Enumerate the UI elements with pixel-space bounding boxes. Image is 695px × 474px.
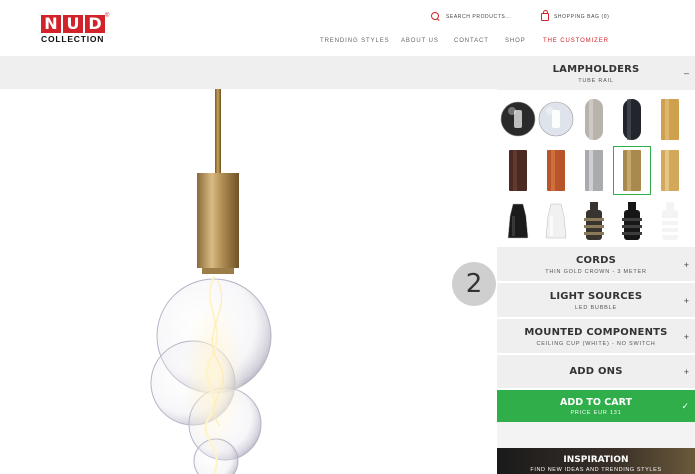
lampholder-thumbnail bbox=[545, 203, 567, 239]
inspiration-banner[interactable]: INSPIRATION FIND NEW IDEAS AND TRENDING … bbox=[497, 448, 695, 474]
registered-mark: ® bbox=[105, 13, 110, 19]
section-title: LAMPHOLDERS bbox=[552, 64, 640, 75]
expand-icon[interactable]: + bbox=[684, 367, 689, 377]
lampholder-thumbnail bbox=[507, 203, 529, 239]
step-number-badge: 2 bbox=[452, 262, 496, 306]
lampholder-option[interactable] bbox=[652, 96, 688, 143]
lamp-cord bbox=[215, 89, 221, 173]
lampholder-option[interactable] bbox=[614, 96, 650, 143]
lamp-holder bbox=[197, 173, 239, 268]
checkmark-icon: ✓ bbox=[681, 401, 689, 411]
lampholder-thumbnail bbox=[622, 202, 642, 240]
lampholder-option[interactable] bbox=[538, 198, 574, 245]
add-to-cart-label: ADD TO CART bbox=[560, 397, 632, 408]
nav-the-customizer[interactable]: THE CUSTOMIZER bbox=[543, 38, 609, 44]
site-header: N U D ® COLLECTION SEARCH PRODUCTS... SH… bbox=[0, 0, 695, 56]
holder-ring bbox=[202, 268, 234, 274]
section-light-sources[interactable]: LIGHT SOURCES LED BUBBLE + bbox=[497, 283, 695, 319]
lampholder-thumbnail bbox=[584, 202, 604, 240]
lamp-preview: 2 bbox=[0, 56, 497, 474]
section-title: LIGHT SOURCES bbox=[549, 291, 643, 302]
lampholder-option[interactable] bbox=[500, 198, 536, 245]
shopping-bag-link[interactable]: SHOPPING BAG (0) bbox=[541, 10, 609, 21]
nav-contact[interactable]: CONTACT bbox=[454, 38, 489, 44]
nav-shop[interactable]: SHOP bbox=[505, 38, 526, 44]
cart-price: PRICE EUR 131 bbox=[570, 410, 622, 416]
lampholder-option[interactable] bbox=[576, 96, 612, 143]
section-title: CORDS bbox=[575, 255, 617, 266]
lampholder-option[interactable] bbox=[614, 198, 650, 245]
inspiration-title: INSPIRATION bbox=[563, 455, 629, 465]
shopping-bag-label[interactable]: SHOPPING BAG (0) bbox=[554, 14, 609, 20]
collapse-icon[interactable]: – bbox=[684, 68, 689, 78]
lampholder-thumbnail bbox=[500, 101, 536, 137]
search-icon[interactable] bbox=[431, 12, 440, 21]
section-subtitle: LED BUBBLE bbox=[575, 305, 617, 311]
lampholder-option[interactable] bbox=[652, 198, 688, 245]
lampholder-thumbnail bbox=[661, 99, 679, 140]
logo-letter: U bbox=[63, 15, 83, 33]
section-title: MOUNTED COMPONENTS bbox=[524, 327, 668, 338]
main-nav: TRENDING STYLES ABOUT US CONTACT SHOP TH… bbox=[0, 38, 695, 48]
section-subtitle: CEILING CUP (WHITE) - NO SWITCH bbox=[536, 341, 656, 347]
customizer-sidebar: LAMPHOLDERS TUBE RAIL – CORDS THIN GOLD … bbox=[497, 56, 695, 474]
lampholder-option[interactable] bbox=[538, 147, 574, 194]
nav-about-us[interactable]: ABOUT US bbox=[401, 38, 439, 44]
section-cords[interactable]: CORDS THIN GOLD CROWN - 3 METER + bbox=[497, 247, 695, 283]
lampholder-thumbnail bbox=[547, 150, 565, 191]
pendant-lamp-illustration bbox=[150, 89, 272, 474]
lampholder-option[interactable] bbox=[500, 147, 536, 194]
expand-icon[interactable]: + bbox=[684, 296, 689, 306]
lampholder-thumbnail bbox=[585, 99, 603, 140]
lampholder-thumbnail bbox=[661, 150, 679, 191]
section-subtitle: TUBE RAIL bbox=[578, 78, 614, 84]
shopping-bag-icon[interactable] bbox=[541, 10, 549, 21]
lampholder-option[interactable] bbox=[652, 147, 688, 194]
section-mounted-components[interactable]: MOUNTED COMPONENTS CEILING CUP (WHITE) -… bbox=[497, 319, 695, 355]
section-title: ADD ONS bbox=[569, 366, 623, 377]
section-add-ons[interactable]: ADD ONS + bbox=[497, 355, 695, 390]
lampholder-option[interactable] bbox=[500, 96, 536, 143]
expand-icon[interactable]: + bbox=[684, 332, 689, 342]
lampholder-thumbnail bbox=[660, 202, 680, 240]
expand-icon[interactable]: + bbox=[684, 260, 689, 270]
lampholder-option[interactable] bbox=[613, 146, 651, 195]
section-lampholders[interactable]: LAMPHOLDERS TUBE RAIL – bbox=[497, 56, 695, 92]
add-to-cart-button[interactable]: ADD TO CART PRICE EUR 131 ✓ bbox=[497, 390, 695, 422]
lampholder-option[interactable] bbox=[576, 198, 612, 245]
search-input[interactable]: SEARCH PRODUCTS... bbox=[446, 14, 511, 20]
logo-letter: N bbox=[41, 15, 61, 33]
lampholder-thumbnail bbox=[585, 150, 603, 191]
nav-trending-styles[interactable]: TRENDING STYLES bbox=[320, 38, 390, 44]
logo-letters: N U D bbox=[41, 15, 105, 33]
logo-letter: D bbox=[85, 15, 105, 33]
lampholder-thumbnail bbox=[623, 150, 641, 191]
search-bar[interactable]: SEARCH PRODUCTS... bbox=[431, 12, 511, 21]
lampholder-thumbnail bbox=[538, 101, 574, 137]
inspiration-subtitle: FIND NEW IDEAS AND TRENDING STYLES bbox=[530, 467, 662, 473]
lampholder-thumbnail bbox=[509, 150, 527, 191]
lampholder-thumbnail bbox=[623, 99, 641, 140]
section-subtitle: THIN GOLD CROWN - 3 METER bbox=[545, 269, 647, 275]
lampholder-option[interactable] bbox=[538, 96, 574, 143]
lampholder-options-grid bbox=[497, 92, 695, 247]
lampholder-option[interactable] bbox=[576, 147, 612, 194]
